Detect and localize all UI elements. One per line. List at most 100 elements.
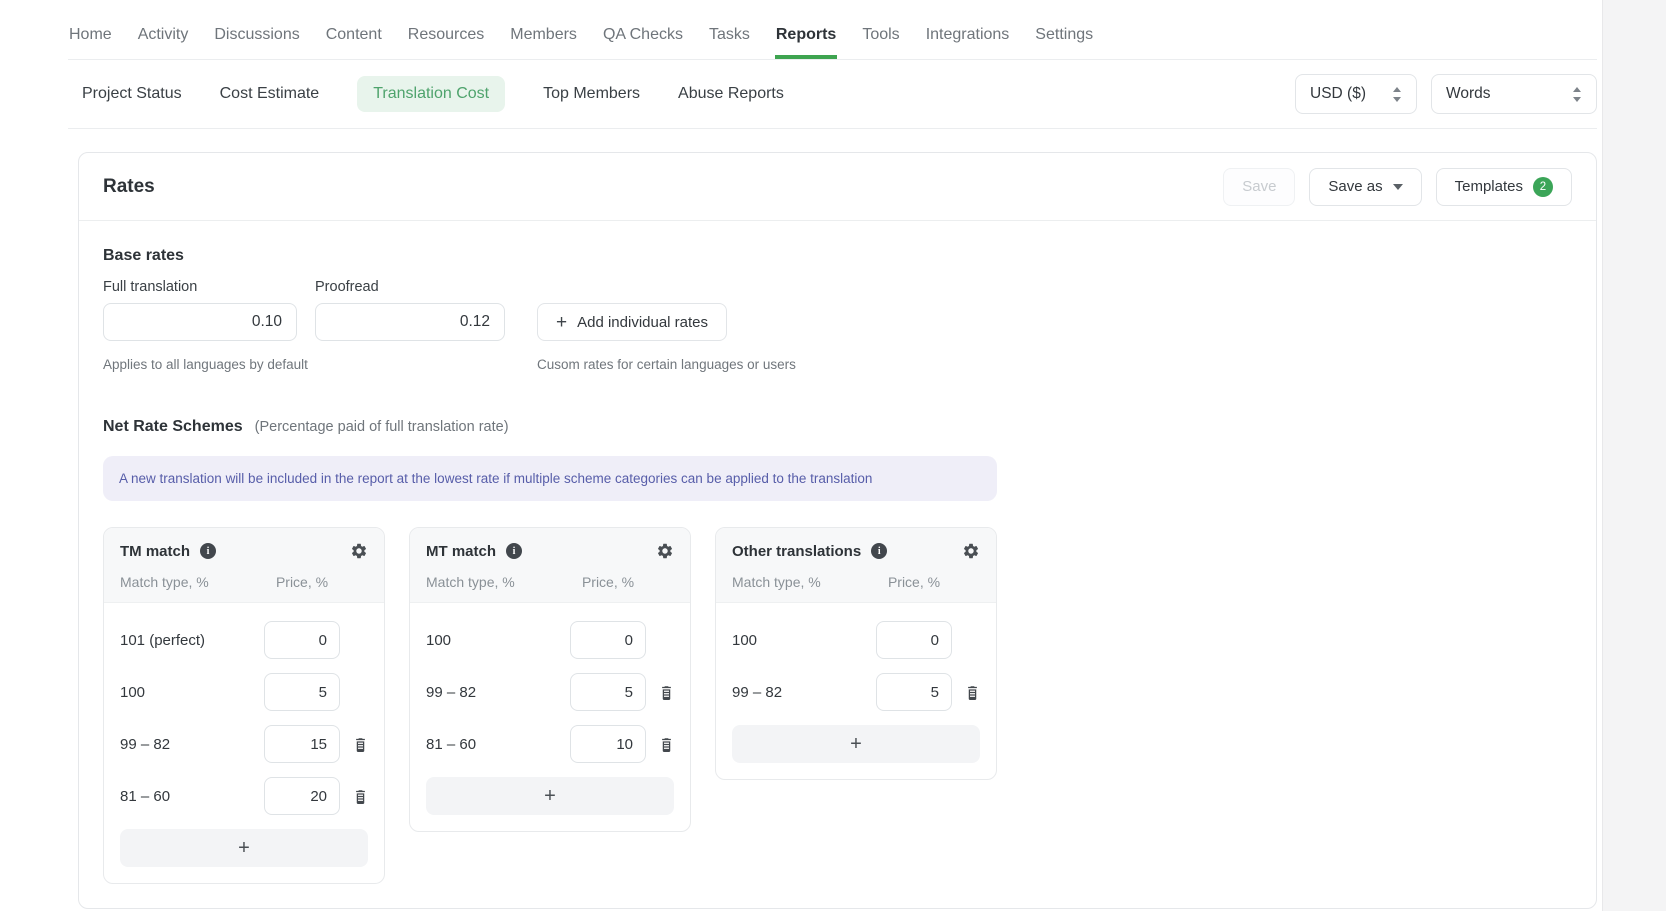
tab-translation-cost[interactable]: Translation Cost (357, 76, 505, 112)
base-rates-fields: Full translation Proofread + Add individ… (103, 279, 1572, 341)
full-translation-input[interactable] (103, 303, 297, 341)
scheme-card-mt-match: MT match i Match type, % Price, % (409, 527, 691, 832)
match-type-label: 99 – 82 (426, 684, 570, 701)
scheme-header: TM match i Match type, % Price, % (104, 528, 384, 603)
scheme-body: 100 99 – 82 + (716, 603, 996, 779)
scheme-body: 101 (perfect) 100 99 (104, 603, 384, 883)
trash-icon[interactable] (659, 736, 674, 753)
price-column-header: Price, % (264, 574, 340, 590)
proofread-input[interactable] (315, 303, 505, 341)
rates-actions: Save Save as Templates 2 (1223, 168, 1572, 206)
price-input[interactable] (570, 621, 646, 659)
gear-icon[interactable] (656, 542, 674, 560)
templates-button[interactable]: Templates 2 (1436, 168, 1572, 206)
rate-row: 100 (120, 673, 368, 711)
scheme-card-other-translations: Other translations i Match type, % Price… (715, 527, 997, 780)
plus-icon: + (238, 838, 250, 858)
proofread-label: Proofread (315, 279, 505, 295)
gear-icon[interactable] (962, 542, 980, 560)
nav-item-qa-checks[interactable]: QA Checks (602, 20, 684, 59)
report-filters: USD ($) Words (1295, 74, 1597, 114)
rates-card-header: Rates Save Save as Templates 2 (79, 153, 1596, 221)
nav-item-settings[interactable]: Settings (1034, 20, 1094, 59)
scheme-title: TM match (120, 543, 190, 560)
page-title: Rates (103, 176, 155, 198)
plus-icon: + (556, 313, 567, 332)
info-icon[interactable]: i (200, 543, 216, 559)
nav-item-discussions[interactable]: Discussions (213, 20, 300, 59)
currency-select-value: USD ($) (1310, 85, 1366, 103)
rate-row: 99 – 82 (732, 673, 980, 711)
rate-row: 100 (732, 621, 980, 659)
nav-item-activity[interactable]: Activity (137, 20, 190, 59)
match-type-column-header: Match type, % (120, 574, 264, 590)
price-input[interactable] (264, 725, 340, 763)
sort-arrows-icon (1392, 87, 1402, 102)
report-tabs: Project Status Cost Estimate Translation… (82, 76, 784, 112)
price-input[interactable] (570, 673, 646, 711)
trash-icon[interactable] (965, 684, 980, 701)
plus-icon: + (850, 734, 862, 754)
nav-item-resources[interactable]: Resources (407, 20, 485, 59)
nav-item-integrations[interactable]: Integrations (925, 20, 1011, 59)
rate-row: 81 – 60 (120, 777, 368, 815)
currency-select[interactable]: USD ($) (1295, 74, 1417, 114)
save-as-button-label: Save as (1328, 178, 1382, 195)
nav-item-content[interactable]: Content (325, 20, 383, 59)
unit-select-value: Words (1446, 85, 1491, 103)
add-individual-rates-button[interactable]: + Add individual rates (537, 303, 727, 341)
price-input[interactable] (264, 777, 340, 815)
nav-item-members[interactable]: Members (509, 20, 578, 59)
gear-icon[interactable] (350, 542, 368, 560)
add-rate-row-button[interactable]: + (732, 725, 980, 763)
info-icon[interactable]: i (506, 543, 522, 559)
price-input[interactable] (876, 673, 952, 711)
tab-top-members[interactable]: Top Members (543, 76, 640, 112)
price-input[interactable] (264, 621, 340, 659)
rate-row: 99 – 82 (120, 725, 368, 763)
scheme-title: Other translations (732, 543, 861, 560)
scheme-header: Other translations i Match type, % Price… (716, 528, 996, 603)
price-column-header: Price, % (876, 574, 952, 590)
lowest-rate-info-banner: A new translation will be included in th… (103, 456, 997, 501)
tab-abuse-reports[interactable]: Abuse Reports (678, 76, 784, 112)
nav-item-tasks[interactable]: Tasks (708, 20, 751, 59)
scheme-title: MT match (426, 543, 496, 560)
tab-cost-estimate[interactable]: Cost Estimate (220, 76, 320, 112)
trash-icon[interactable] (353, 736, 368, 753)
trash-icon[interactable] (353, 788, 368, 805)
main-content: Home Activity Discussions Content Resour… (0, 0, 1602, 909)
page-right-gutter (1602, 0, 1666, 911)
tab-project-status[interactable]: Project Status (82, 76, 182, 112)
match-type-label: 99 – 82 (120, 736, 264, 753)
price-input[interactable] (876, 621, 952, 659)
templates-count-badge: 2 (1533, 177, 1553, 197)
match-type-column-header: Match type, % (426, 574, 570, 590)
save-as-button[interactable]: Save as (1309, 168, 1421, 206)
match-type-label: 100 (426, 632, 570, 649)
trash-icon[interactable] (659, 684, 674, 701)
unit-select[interactable]: Words (1431, 74, 1597, 114)
add-rate-row-button[interactable]: + (120, 829, 368, 867)
base-rates-helpers: Applies to all languages by default Cuso… (103, 357, 1572, 372)
sort-arrows-icon (1572, 87, 1582, 102)
info-icon[interactable]: i (871, 543, 887, 559)
add-individual-rates-label: Add individual rates (577, 314, 708, 331)
templates-button-label: Templates (1455, 178, 1523, 195)
full-translation-field: Full translation (103, 279, 297, 341)
rate-row: 100 (426, 621, 674, 659)
nav-item-reports[interactable]: Reports (775, 20, 837, 59)
price-input[interactable] (570, 725, 646, 763)
match-type-label: 100 (120, 684, 264, 701)
add-rate-row-button[interactable]: + (426, 777, 674, 815)
translation-cost-report-page: Home Activity Discussions Content Resour… (0, 0, 1666, 911)
price-input[interactable] (264, 673, 340, 711)
chevron-down-icon (1393, 184, 1403, 190)
nav-item-home[interactable]: Home (68, 20, 113, 59)
net-rate-schemes-head: Net Rate Schemes (Percentage paid of ful… (103, 418, 1572, 436)
scheme-card-tm-match: TM match i Match type, % Price, % (103, 527, 385, 884)
save-button[interactable]: Save (1223, 168, 1295, 206)
full-translation-label: Full translation (103, 279, 297, 295)
net-rate-schemes-heading: Net Rate Schemes (103, 418, 243, 436)
nav-item-tools[interactable]: Tools (861, 20, 900, 59)
